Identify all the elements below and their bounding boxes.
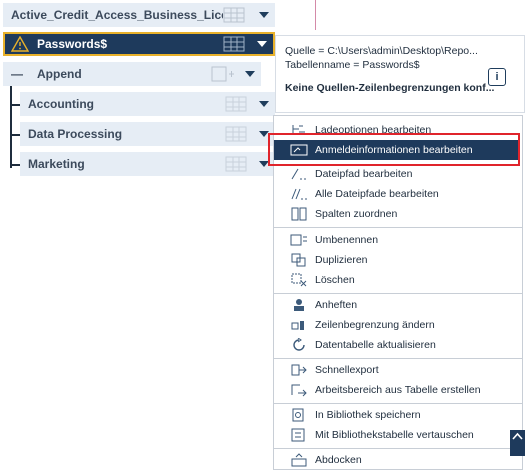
table-name: Tabellenname = Passwords$	[285, 59, 420, 71]
warning-icon	[11, 36, 29, 52]
refresh-icon	[293, 338, 305, 351]
tree-node-data-processing[interactable]: Data Processing	[20, 122, 275, 146]
menu-separator	[274, 448, 522, 449]
menu-separator	[274, 293, 522, 294]
menu-item-label: Löschen	[315, 274, 355, 286]
menu-item-pin[interactable]: Anheften	[274, 295, 520, 315]
create-workspace-icon	[291, 384, 307, 397]
tree-node-root-label: Active_Credit_Access_Business_Licenses	[11, 8, 223, 22]
menu-item-refresh-table[interactable]: Datentabelle aktualisieren	[274, 335, 520, 355]
chevron-up-icon	[512, 432, 523, 440]
chevron-down-icon[interactable]	[245, 71, 255, 77]
table-grid-icon[interactable]	[223, 7, 245, 23]
tree-node-label: Accounting	[28, 97, 94, 111]
tree-node-label: Marketing	[28, 157, 85, 171]
menu-item-edit-file-path[interactable]: Dateipfad bearbeiten	[274, 164, 520, 184]
divider-line	[315, 0, 316, 30]
tree-node-append[interactable]: — Append	[3, 62, 261, 86]
table-grid-icon[interactable]	[225, 126, 247, 142]
menu-separator	[274, 227, 522, 228]
info-button[interactable]: i	[488, 68, 506, 86]
tree-node-label: Data Processing	[28, 127, 123, 141]
source-info-panel: Quelle = C:\Users\admin\Desktop\Repo... …	[275, 35, 525, 113]
menu-separator	[274, 403, 522, 404]
menu-item-label: Spalten zuordnen	[315, 208, 398, 220]
table-grid-icon[interactable]	[225, 96, 247, 112]
context-menu: Ladeoptionen bearbeiten Anmeldeinformati…	[273, 115, 523, 470]
menu-item-label: Duplizieren	[315, 254, 368, 266]
menu-item-label: Umbenennen	[315, 234, 379, 246]
tree-node-root[interactable]: Active_Credit_Access_Business_Licenses	[3, 3, 275, 27]
tree-node-selected-label: Passwords$	[37, 37, 108, 51]
swap-library-icon	[291, 428, 305, 442]
menu-item-change-row-limit[interactable]: Zeilenbegrenzung ändern	[274, 315, 520, 335]
chevron-down-icon[interactable]	[259, 12, 269, 18]
menu-item-label: Anheften	[315, 299, 358, 311]
scroll-up-button[interactable]	[510, 430, 525, 456]
pin-icon	[294, 299, 304, 311]
menu-item-swap-library[interactable]: Mit Bibliothekstabelle vertauschen	[274, 425, 520, 445]
row-limit-info: Keine Quellen-Zeilenbegrenzungen konf...	[285, 82, 495, 94]
menu-item-label: Mit Bibliothekstabelle vertauschen	[315, 429, 474, 441]
menu-item-save-library[interactable]: In Bibliothek speichern	[274, 405, 520, 425]
tree-node-accounting[interactable]: Accounting	[20, 92, 275, 116]
highlight-annotation	[268, 133, 520, 166]
undock-icon	[291, 453, 307, 467]
menu-item-label: Abdocken	[315, 454, 362, 466]
menu-item-label: Dateipfad bearbeiten	[315, 168, 413, 180]
menu-item-rename[interactable]: Umbenennen	[274, 230, 520, 250]
file-path-icon	[291, 168, 306, 180]
rename-icon	[290, 234, 307, 246]
table-grid-icon[interactable]	[225, 156, 247, 172]
tree-connector	[10, 134, 20, 136]
chevron-down-icon[interactable]	[257, 41, 267, 47]
tree-connector	[10, 86, 12, 168]
duplicate-icon	[291, 253, 306, 267]
table-grid-icon[interactable]	[223, 36, 245, 52]
menu-item-label: In Bibliothek speichern	[315, 409, 421, 421]
menu-item-label: Alle Dateipfade bearbeiten	[315, 188, 439, 200]
menu-item-delete[interactable]: Löschen	[274, 270, 520, 290]
menu-item-undock[interactable]: Abdocken	[274, 450, 520, 470]
menu-separator	[274, 358, 522, 359]
menu-item-duplicate[interactable]: Duplizieren	[274, 250, 520, 270]
tree-node-append-label: Append	[37, 67, 82, 81]
collapse-icon[interactable]: —	[11, 67, 23, 81]
tree-node-marketing[interactable]: Marketing	[20, 152, 275, 176]
map-columns-icon	[291, 207, 307, 221]
save-library-icon	[292, 408, 304, 422]
tree-connector	[10, 164, 20, 166]
menu-item-label: Zeilenbegrenzung ändern	[315, 319, 435, 331]
menu-item-edit-all-file-paths[interactable]: Alle Dateipfade bearbeiten	[274, 184, 520, 204]
menu-item-quick-export[interactable]: Schnellexport	[274, 360, 520, 380]
tree-connector	[10, 104, 20, 106]
menu-item-label: Datentabelle aktualisieren	[315, 339, 436, 351]
quick-export-icon	[291, 364, 307, 376]
menu-item-map-columns[interactable]: Spalten zuordnen	[274, 204, 520, 224]
row-limit-icon	[291, 321, 304, 330]
add-table-icon[interactable]	[211, 65, 235, 83]
source-path: Quelle = C:\Users\admin\Desktop\Repo...	[285, 45, 478, 57]
chevron-down-icon[interactable]	[259, 101, 269, 107]
menu-item-label: Schnellexport	[315, 364, 379, 376]
all-file-paths-icon	[291, 188, 307, 200]
tree-node-selected[interactable]: Passwords$	[3, 32, 275, 56]
menu-item-create-workspace[interactable]: Arbeitsbereich aus Tabelle erstellen	[274, 380, 520, 400]
delete-icon	[291, 273, 307, 287]
menu-item-label: Arbeitsbereich aus Tabelle erstellen	[315, 384, 481, 396]
